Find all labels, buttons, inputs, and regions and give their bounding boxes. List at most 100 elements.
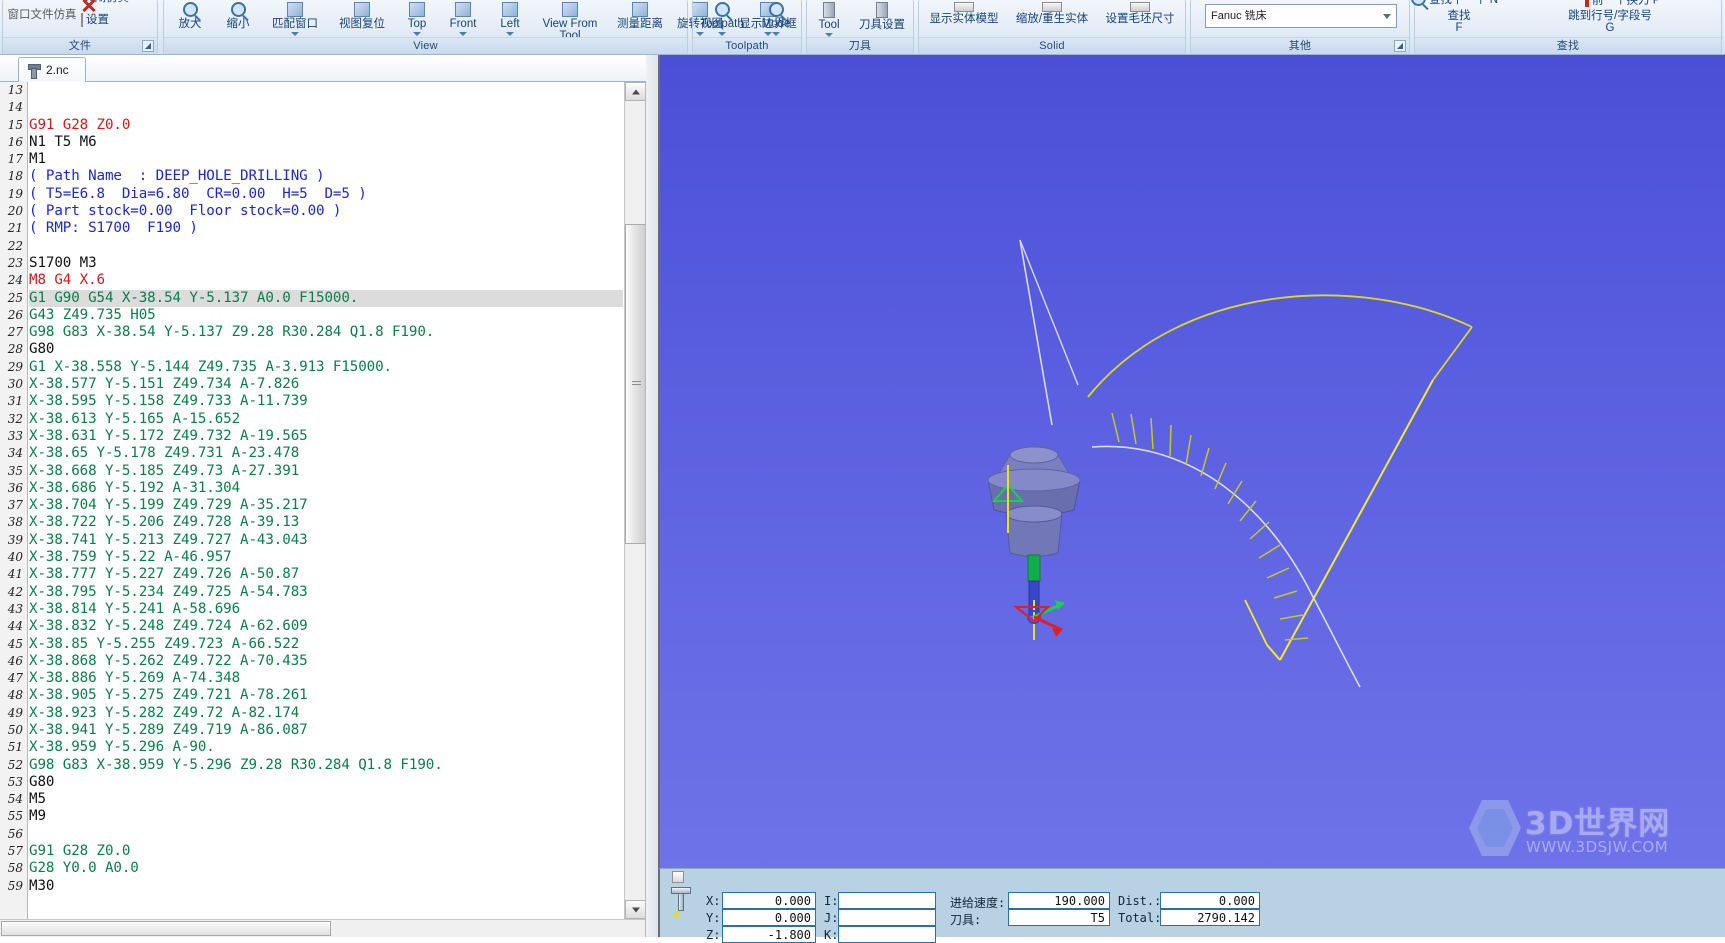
show-solid-model-button[interactable]: 显示实体模型	[923, 2, 1005, 25]
code-line[interactable]: X-38.65 Y-5.178 Z49.731 A-23.478	[29, 445, 623, 462]
code-line[interactable]: X-38.631 Y-5.172 Z49.732 A-19.565	[29, 428, 623, 445]
code-line[interactable]: X-38.777 Y-5.227 Z49.726 A-50.87	[29, 566, 623, 583]
code-line[interactable]: N1 T5 M6	[29, 134, 623, 151]
fit-window-chevron-down-icon[interactable]	[291, 32, 299, 36]
hscrollbar-thumb[interactable]	[1, 921, 331, 936]
zoom-in-button[interactable]: 放大	[168, 2, 212, 30]
find-next-n-button[interactable]: 查找下一个 N	[1411, 0, 1571, 9]
code-line[interactable]: G1 X-38.558 Y-5.144 Z49.735 A-3.913 F150…	[29, 359, 623, 376]
code-line[interactable]	[29, 99, 623, 116]
3d-simulation-viewport[interactable]: 3D世界网 WWW.3DSJW.COM	[658, 55, 1725, 868]
tool-settings-button[interactable]: 刀具设置	[851, 2, 913, 31]
file-dialog-launcher[interactable]: ◢	[142, 40, 154, 52]
code-line[interactable]: X-38.814 Y-5.241 A-58.696	[29, 601, 623, 618]
code-line[interactable]: M30	[29, 878, 623, 895]
code-line[interactable]: X-38.886 Y-5.269 A-74.348	[29, 670, 623, 687]
tab-nc-file[interactable]: 2.nc	[18, 57, 86, 82]
tool-value-field[interactable]: T5	[1008, 909, 1110, 926]
code-line[interactable]: M8 G4 X.6	[29, 272, 623, 289]
code-line-highlighted[interactable]: G1 G90 G54 X-38.54 Y-5.137 A0.0 F15000.	[29, 289, 623, 307]
feed-value-field[interactable]: 190.000	[1008, 892, 1110, 909]
editor-vertical-scrollbar[interactable]	[624, 82, 645, 937]
code-line[interactable]	[29, 826, 623, 843]
code-line[interactable]: G98 G83 X-38.959 Y-5.296 Z9.28 R30.284 Q…	[29, 757, 623, 774]
code-line[interactable]: M9	[29, 808, 623, 825]
goto-line-button[interactable]: 跳到行号/字段号 G	[1525, 10, 1695, 34]
reset-view-button[interactable]: 视图复位	[329, 2, 395, 30]
measure-distance-button[interactable]: 测量距离	[610, 2, 670, 30]
code-line[interactable]: ( RMP: S1700 F190 )	[29, 220, 623, 237]
j-value-field[interactable]	[838, 909, 936, 926]
fit-window-button[interactable]: 匹配窗口	[262, 2, 328, 36]
toolpath-button[interactable]: Toolpath	[693, 2, 751, 36]
code-line[interactable]: X-38.613 Y-5.165 A-15.652	[29, 411, 623, 428]
z-value-field[interactable]: -1.800	[722, 926, 816, 943]
toolpath-chevron-down-icon[interactable]	[718, 32, 726, 36]
code-line[interactable]	[29, 82, 623, 99]
total-value-field[interactable]: 2790.142	[1160, 909, 1260, 926]
zoom-regen-solid-button[interactable]: 缩放/重生实体	[1007, 2, 1097, 25]
code-line[interactable]: X-38.941 Y-5.289 Z49.719 A-86.087	[29, 722, 623, 739]
editor-horizontal-scrollbar[interactable]	[0, 919, 645, 937]
code-line[interactable]: X-38.686 Y-5.192 A-31.304	[29, 480, 623, 497]
scrollbar-thumb[interactable]	[625, 224, 645, 544]
code-line[interactable]: X-38.923 Y-5.282 Z49.72 A-82.174	[29, 705, 623, 722]
code-line[interactable]: X-38.577 Y-5.151 Z49.734 A-7.826	[29, 376, 623, 393]
scroll-up-button[interactable]	[625, 82, 645, 101]
code-text-area[interactable]: G91 G28 Z0.0 N1 T5 M6 M1( Path Name : DEEP…	[29, 82, 623, 937]
code-line[interactable]: G91 G28 Z0.0	[29, 843, 623, 860]
top-view-button[interactable]: Top	[396, 2, 438, 36]
set-stock-size-button[interactable]: 设置毛坯尺寸	[1099, 2, 1181, 25]
code-line[interactable]: G80	[29, 774, 623, 791]
code-line[interactable]: ( T5=E6.8 Dia=6.80 CR=0.00 H=5 D=5 )	[29, 186, 623, 203]
code-line[interactable]: X-38.704 Y-5.199 Z49.729 A-35.217	[29, 497, 623, 514]
code-line[interactable]: X-38.832 Y-5.248 Z49.724 A-62.609	[29, 618, 623, 635]
code-line[interactable]: X-38.905 Y-5.275 Z49.721 A-78.261	[29, 687, 623, 704]
front-view-chevron-down-icon[interactable]	[459, 32, 467, 36]
code-line[interactable]: X-38.759 Y-5.22 A-46.957	[29, 549, 623, 566]
view-from-tool-button[interactable]: View From Tool	[530, 2, 610, 42]
code-line[interactable]: G91 G28 Z0.0	[29, 117, 623, 134]
mode-chevron-down-icon[interactable]	[772, 32, 780, 36]
k-value-field[interactable]	[838, 926, 936, 943]
code-line[interactable]: X-38.595 Y-5.158 Z49.733 A-11.739	[29, 393, 623, 410]
left-view-button[interactable]: Left	[489, 2, 531, 36]
settings-button[interactable]: 设置	[81, 13, 161, 27]
code-line[interactable]: X-38.741 Y-5.213 Z49.727 A-43.043	[29, 532, 623, 549]
dist-value-field[interactable]: 0.000	[1160, 892, 1260, 909]
mode-button[interactable]: Mode	[751, 2, 801, 36]
scroll-down-button[interactable]	[625, 900, 645, 919]
machine-select-chevron-down-icon[interactable]	[1383, 14, 1391, 19]
machine-select[interactable]: Fanuc 铣床	[1205, 4, 1397, 28]
close-simulation-button[interactable]: 关闭仿真	[81, 0, 161, 4]
code-line[interactable]: X-38.722 Y-5.206 Z49.728 A-39.13	[29, 514, 623, 531]
code-line[interactable]: ( Part stock=0.00 Floor stock=0.00 )	[29, 203, 623, 220]
prev-tool-change-button[interactable]: 前一个换刀 P	[1585, 0, 1725, 10]
code-line[interactable]: M5	[29, 791, 623, 808]
x-value-field[interactable]: 0.000	[722, 892, 816, 909]
i-value-field[interactable]	[838, 892, 936, 909]
top-view-chevron-down-icon[interactable]	[413, 32, 421, 36]
status-collapse-icon[interactable]	[672, 871, 684, 883]
code-line[interactable]: ( Path Name : DEEP_HOLE_DRILLING )	[29, 168, 623, 185]
code-line[interactable]: X-38.959 Y-5.296 A-90.	[29, 739, 623, 756]
code-line[interactable]: G80	[29, 341, 623, 358]
pane-splitter[interactable]	[646, 55, 658, 937]
left-view-chevron-down-icon[interactable]	[506, 32, 514, 36]
code-line[interactable]: S1700 M3	[29, 255, 623, 272]
code-line[interactable]: X-38.868 Y-5.262 Z49.722 A-70.435	[29, 653, 623, 670]
code-line[interactable]: G43 Z49.735 H05	[29, 307, 623, 324]
code-line[interactable]: X-38.85 Y-5.255 Z49.723 A-66.522	[29, 636, 623, 653]
code-viewer[interactable]: 13 14 15 16 17 18 19 20 21 22 23 24 25 26 27 28 29 30 31 32…	[0, 82, 646, 937]
find-button[interactable]: 查找 F	[1399, 10, 1519, 34]
front-view-button[interactable]: Front	[439, 2, 487, 36]
code-line[interactable]: M1	[29, 151, 623, 168]
code-line[interactable]: X-38.795 Y-5.234 Z49.725 A-54.783	[29, 584, 623, 601]
code-line[interactable]	[29, 238, 623, 255]
code-line[interactable]: X-38.668 Y-5.185 Z49.73 A-27.391	[29, 463, 623, 480]
tool-button[interactable]: Tool	[807, 2, 851, 37]
zoom-out-button[interactable]: 缩小	[216, 2, 260, 30]
y-value-field[interactable]: 0.000	[722, 909, 816, 926]
other-dialog-launcher[interactable]: ◢	[1394, 40, 1406, 52]
code-line[interactable]: G98 G83 X-38.54 Y-5.137 Z9.28 R30.284 Q1…	[29, 324, 623, 341]
